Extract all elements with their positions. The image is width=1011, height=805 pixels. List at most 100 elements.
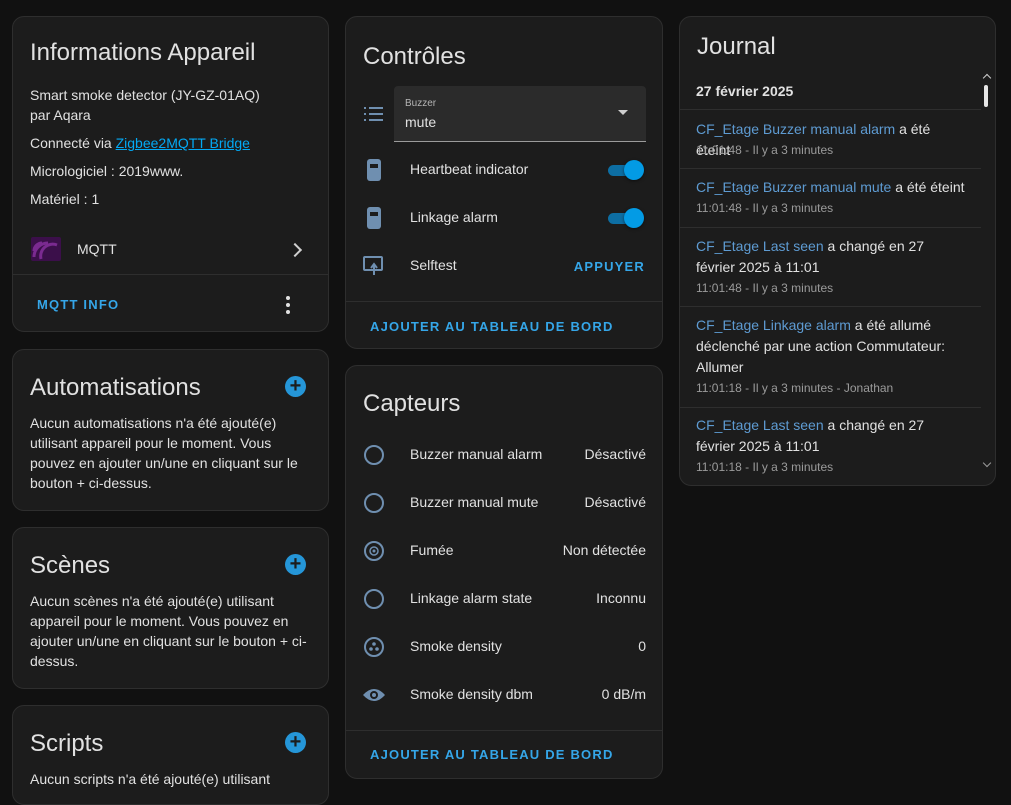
divider [13, 274, 328, 275]
device-info-card: Informations Appareil Smart smoke detect… [12, 16, 329, 332]
journal-entry-time: 11:01:48 - Il y a 3 minutes [696, 143, 834, 157]
sensor-row[interactable]: Linkage alarm state Inconnu [346, 575, 662, 623]
add-scene-button[interactable]: + [285, 554, 306, 575]
journal-entry-text: CF_Etage Last seen a changé en 27 févrie… [696, 236, 965, 278]
journal-entity-link[interactable]: CF_Etage Linkage alarm [696, 317, 851, 333]
device-icon [362, 158, 386, 182]
linkage-label: Linkage alarm [410, 209, 498, 225]
circle-outline-icon [362, 491, 386, 515]
scripts-title: Scripts [30, 730, 104, 757]
hardware-info: Matériel : 1 [30, 191, 100, 207]
heartbeat-label: Heartbeat indicator [410, 161, 529, 177]
sensor-value: 0 dB/m [601, 686, 646, 702]
journal-entry-text: CF_Etage Linkage alarm a été allumé décl… [696, 315, 965, 378]
scripts-card: Scripts + Aucun scripts n'a été ajouté(e… [12, 705, 329, 805]
journal-entry: CF_Etage Last seen a changé en 27 févrie… [680, 408, 981, 485]
controls-card: Contrôles Buzzer mute Heartbeat indicato… [345, 16, 663, 349]
mqtt-logo-icon [31, 237, 61, 261]
sensor-label: Smoke density dbm [410, 686, 533, 702]
journal-entry-time: 11:01:18 - Il y a 3 minutes [696, 460, 834, 474]
sensor-label: Fumée [410, 542, 454, 558]
journal-entity-link[interactable]: CF_Etage Buzzer manual mute [696, 179, 891, 195]
linkage-toggle[interactable] [606, 208, 644, 228]
dropdown-arrow-icon [618, 110, 628, 115]
smoke-detector-icon [362, 539, 386, 563]
journal-entry: CF_Etage Buzzer manual alarm a été étein… [680, 110, 981, 168]
divider [346, 301, 662, 302]
sensor-label: Linkage alarm state [410, 590, 533, 606]
scrollbar-thumb[interactable] [984, 85, 988, 107]
journal-entry-text: CF_Etage Last seen a changé en 27 févrie… [696, 415, 965, 457]
list-icon [364, 106, 384, 122]
heartbeat-toggle[interactable] [606, 160, 644, 180]
automations-card: Automatisations + Aucun automatisations … [12, 349, 329, 511]
circle-outline-icon [362, 587, 386, 611]
dots-circle-icon [362, 635, 386, 659]
journal-title: Journal [697, 33, 776, 60]
sensor-row[interactable]: Smoke density 0 [346, 623, 662, 671]
controls-add-to-dashboard-button[interactable]: AJOUTER AU TABLEAU DE BORD [370, 319, 614, 334]
sensor-row[interactable]: Smoke density dbm 0 dB/m [346, 671, 662, 719]
device-manufacturer: par Aqara [30, 107, 91, 123]
connected-via-label: Connecté via [30, 135, 116, 151]
sensor-label: Buzzer manual alarm [410, 446, 543, 462]
selftest-row: Selftest APPUYER [346, 242, 662, 290]
gesture-tap-icon [362, 254, 386, 278]
journal-card: Journal 27 février 2025 CF_Etage Buzzer … [679, 16, 996, 486]
automations-title: Automatisations [30, 374, 201, 401]
sensor-value: Désactivé [584, 494, 646, 510]
mqtt-info-button[interactable]: MQTT INFO [37, 297, 119, 312]
sensor-row[interactable]: Fumée Non détectée [346, 527, 662, 575]
scenes-card: Scènes + Aucun scènes n'a été ajouté(e) … [12, 527, 329, 689]
automations-description: Aucun automatisations n'a été ajouté(e) … [30, 415, 298, 491]
chevron-right-icon [287, 242, 303, 258]
mqtt-integration-row[interactable]: MQTT [13, 225, 328, 273]
connected-via: Connecté via Zigbee2MQTT Bridge [30, 135, 250, 151]
sensors-add-to-dashboard-button[interactable]: AJOUTER AU TABLEAU DE BORD [370, 747, 614, 762]
scroll-down-icon[interactable] [982, 458, 992, 468]
buzzer-select-value: mute [405, 114, 437, 130]
journal-entry: CF_Etage Buzzer manual mute a été éteint… [680, 169, 981, 227]
firmware-info: Micrologiciel : 2019www. [30, 163, 184, 179]
heartbeat-row: Heartbeat indicator [346, 146, 662, 194]
sensor-label: Buzzer manual mute [410, 494, 539, 510]
divider [346, 730, 662, 731]
eye-icon [362, 683, 386, 707]
scroll-up-icon[interactable] [982, 73, 992, 83]
controls-title: Contrôles [363, 43, 466, 70]
sensor-value: Désactivé [584, 446, 646, 462]
mqtt-integration-label: MQTT [77, 241, 117, 257]
sensor-label: Smoke density [410, 638, 502, 654]
journal-entity-link[interactable]: CF_Etage Last seen [696, 417, 824, 433]
scripts-description: Aucun scripts n'a été ajouté(e) utilisan… [30, 771, 271, 787]
sensor-value: Inconnu [596, 590, 646, 606]
journal-entry-message: a été éteint [891, 179, 965, 195]
device-icon [362, 206, 386, 230]
add-script-button[interactable]: + [285, 732, 306, 753]
device-model: Smart smoke detector (JY-GZ-01AQ) [30, 87, 260, 103]
scenes-description: Aucun scènes n'a été ajouté(e) utilisant… [30, 593, 307, 669]
sensor-value: 0 [638, 638, 646, 654]
add-automation-button[interactable]: + [285, 376, 306, 397]
journal-entry-text: CF_Etage Buzzer manual mute a été éteint [696, 177, 965, 198]
selftest-press-button[interactable]: APPUYER [574, 259, 645, 274]
journal-entity-link[interactable]: CF_Etage Last seen [696, 238, 824, 254]
journal-entry-time: 11:01:48 - Il y a 3 minutes [696, 281, 834, 295]
journal-entry-time: 11:01:18 - Il y a 3 minutes - Jonathan [696, 381, 894, 395]
circle-outline-icon [362, 443, 386, 467]
journal-entry-time: 11:01:48 - Il y a 3 minutes [696, 201, 834, 215]
journal-date: 27 février 2025 [696, 83, 794, 99]
journal-entry: CF_Etage Linkage alarm a été allumé décl… [680, 307, 981, 407]
device-info-title: Informations Appareil [30, 39, 256, 66]
sensors-title: Capteurs [363, 390, 461, 417]
sensor-value: Non détectée [562, 542, 646, 558]
journal-scrollbar[interactable] [982, 73, 992, 468]
zigbee2mqtt-bridge-link[interactable]: Zigbee2MQTT Bridge [116, 135, 250, 151]
sensor-row[interactable]: Buzzer manual mute Désactivé [346, 479, 662, 527]
sensors-card: Capteurs Buzzer manual alarm Désactivé B… [345, 365, 663, 779]
sensor-row[interactable]: Buzzer manual alarm Désactivé [346, 431, 662, 479]
buzzer-select[interactable]: Buzzer mute [394, 86, 646, 142]
more-options-icon[interactable] [286, 296, 290, 317]
journal-entity-link[interactable]: CF_Etage Buzzer manual alarm [696, 121, 895, 137]
linkage-row: Linkage alarm [346, 194, 662, 242]
